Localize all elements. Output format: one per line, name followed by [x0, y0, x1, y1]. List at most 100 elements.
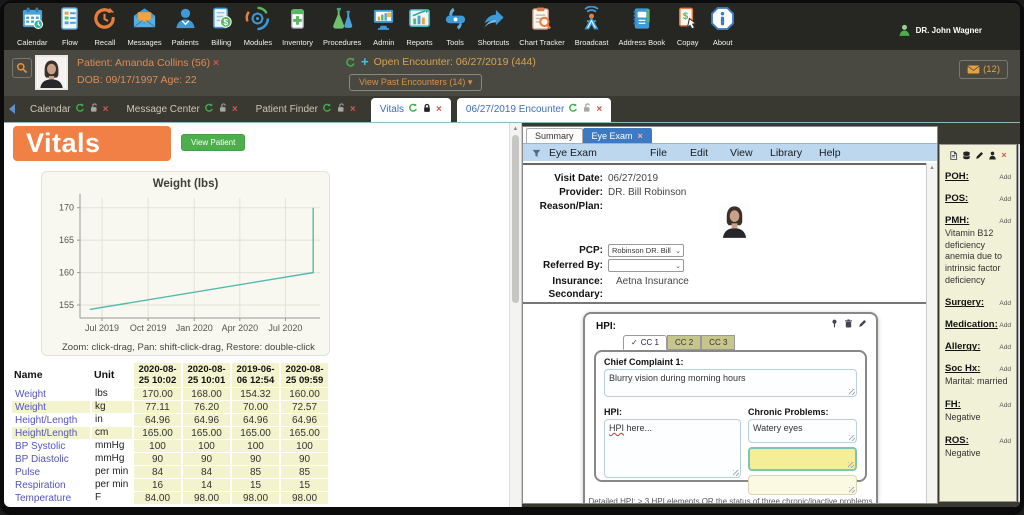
view-past-encounters-button[interactable]: View Past Encounters (14) ▾: [349, 74, 482, 91]
menu-library[interactable]: Library: [770, 147, 802, 159]
add-link[interactable]: Add: [999, 196, 1011, 203]
messages-badge-button[interactable]: (12): [959, 60, 1008, 79]
add-link[interactable]: Add: [999, 402, 1011, 409]
close-tab-icon[interactable]: ×: [436, 104, 442, 115]
toolbar-item-broadcast[interactable]: Broadcast: [570, 6, 614, 47]
tab-patient-finder[interactable]: Patient Finder×: [247, 98, 365, 122]
toolbar-item-flow[interactable]: Flow: [52, 6, 87, 47]
vital-name-link[interactable]: Weight: [12, 401, 90, 413]
unlock-icon[interactable]: [336, 103, 346, 116]
vital-name-link[interactable]: Respiration: [12, 479, 90, 491]
collapse-tabs-icon[interactable]: [9, 104, 15, 114]
toolbar-item-shortcuts[interactable]: Shortcuts: [473, 6, 515, 47]
chronic-problem-textarea-1[interactable]: Watery eyes: [748, 419, 857, 443]
encounter-tab-eye-exam[interactable]: Eye Exam×: [583, 128, 652, 143]
refresh-encounter-icon[interactable]: [345, 57, 356, 68]
tab-calendar[interactable]: Calendar×: [21, 98, 117, 122]
add-link[interactable]: Add: [999, 438, 1011, 445]
pin-icon[interactable]: [830, 319, 839, 328]
add-link[interactable]: Add: [999, 300, 1011, 307]
add-link[interactable]: Add: [999, 322, 1011, 329]
scrollbar-thumb[interactable]: [512, 135, 519, 303]
person-icon[interactable]: [988, 151, 997, 160]
close-tab-icon[interactable]: ×: [596, 104, 602, 115]
menu-edit[interactable]: Edit: [690, 147, 708, 159]
toolbar-item-copay[interactable]: $Copay: [670, 6, 705, 47]
weight-line-chart[interactable]: 155160165170Jul 2019Oct 2019Jan 2020Apr …: [42, 190, 329, 336]
database-icon[interactable]: [962, 151, 971, 160]
toolbar-item-modules[interactable]: Modules: [239, 6, 277, 47]
unlock-icon[interactable]: [218, 103, 228, 116]
add-link[interactable]: Add: [999, 366, 1011, 373]
user-icon: [898, 24, 911, 37]
chronic-problem-textarea-2[interactable]: [748, 447, 857, 471]
unlock-icon[interactable]: [582, 103, 592, 116]
toolbar-item-billing[interactable]: $Billing: [204, 6, 239, 47]
vital-name-link[interactable]: Weight: [12, 388, 90, 400]
menu-view[interactable]: View: [730, 147, 753, 159]
vital-name-link[interactable]: BP Diastolic: [12, 453, 90, 465]
toolbar-item-address-book[interactable]: Address Book: [613, 6, 670, 47]
scroll-up-icon[interactable]: ▲: [510, 123, 521, 132]
menu-help[interactable]: Help: [819, 147, 841, 159]
left-panel-scrollbar[interactable]: ▲: [509, 123, 522, 507]
pcp-select[interactable]: Robinson DR. Bill⌄: [608, 244, 684, 257]
unlock-icon[interactable]: [89, 103, 99, 116]
scroll-up-icon[interactable]: ▲: [927, 163, 937, 171]
current-user[interactable]: DR. John Wagner: [898, 24, 1012, 37]
hpi-textarea[interactable]: HPI here...: [604, 419, 741, 478]
cc-tab-cc-3[interactable]: CC 3: [701, 335, 735, 350]
tab-06-27-2019-encounter[interactable]: 06/27/2019 Encounter×: [457, 98, 611, 122]
close-patient-icon[interactable]: ×: [213, 57, 219, 69]
add-link[interactable]: Add: [999, 174, 1011, 181]
referred-by-select[interactable]: ⌄: [608, 259, 684, 272]
pencil-icon[interactable]: [975, 151, 984, 160]
add-link[interactable]: Add: [999, 218, 1011, 225]
refresh-icon[interactable]: [322, 103, 332, 116]
toolbar-item-calendar[interactable]: Calendar: [12, 6, 52, 47]
encounter-tab-summary[interactable]: Summary: [526, 128, 583, 143]
document-icon[interactable]: [949, 151, 958, 160]
close-tab-icon[interactable]: ×: [638, 131, 643, 141]
encounter-scrollbar[interactable]: ▲: [926, 163, 937, 503]
toolbar-item-tools[interactable]: Tools: [438, 6, 473, 47]
toolbar-item-about[interactable]: About: [705, 6, 740, 47]
toolbar-item-procedures[interactable]: Procedures: [318, 6, 366, 47]
menu-file[interactable]: File: [650, 147, 667, 159]
tab-vitals[interactable]: Vitals×: [371, 98, 451, 122]
view-patient-button[interactable]: View Patient: [181, 134, 245, 151]
toolbar-item-recall[interactable]: Recall: [87, 6, 122, 47]
pencil-icon[interactable]: [858, 319, 867, 328]
lock-icon[interactable]: [422, 103, 432, 116]
scroll-up-icon[interactable]: ▲: [1019, 145, 1020, 151]
vital-name-link[interactable]: Height/Length: [12, 427, 90, 439]
cc-tab-cc-2[interactable]: CC 2: [667, 335, 701, 350]
tab-message-center[interactable]: Message Center×: [117, 98, 246, 122]
toolbar-item-patients[interactable]: Patients: [167, 6, 204, 47]
cc1-textarea[interactable]: Blurry vision during morning hours: [604, 369, 857, 397]
vital-name-link[interactable]: Temperature: [12, 492, 90, 504]
close-tab-icon[interactable]: ×: [103, 104, 109, 115]
side-panel-scrollbar[interactable]: ▲: [1018, 144, 1020, 502]
vital-name-link[interactable]: Height/Length: [12, 414, 90, 426]
toolbar-item-messages[interactable]: Messages: [122, 6, 166, 47]
close-tab-icon[interactable]: ×: [350, 104, 356, 115]
toolbar-item-chart-tracker[interactable]: Chart Tracker: [514, 6, 569, 47]
refresh-icon[interactable]: [75, 103, 85, 116]
vital-name-link[interactable]: Pulse: [12, 466, 90, 478]
refresh-icon[interactable]: [408, 103, 418, 116]
chronic-problem-textarea-3[interactable]: [748, 475, 857, 495]
cc-tab-cc-1[interactable]: ✓CC 1: [623, 335, 667, 350]
close-tab-icon[interactable]: ×: [232, 104, 238, 115]
add-link[interactable]: Add: [999, 344, 1011, 351]
add-encounter-icon[interactable]: +: [361, 57, 369, 67]
patient-search-button[interactable]: [12, 58, 32, 78]
toolbar-item-inventory[interactable]: Inventory: [277, 6, 318, 47]
refresh-icon[interactable]: [568, 103, 578, 116]
trash-icon[interactable]: [844, 319, 853, 328]
toolbar-item-reports[interactable]: Reports: [401, 6, 437, 47]
vital-name-link[interactable]: BP Systolic: [12, 440, 90, 452]
close-panel-icon[interactable]: ×: [1001, 151, 1006, 160]
toolbar-item-admin[interactable]: Admin: [366, 6, 401, 47]
refresh-icon[interactable]: [204, 103, 214, 116]
